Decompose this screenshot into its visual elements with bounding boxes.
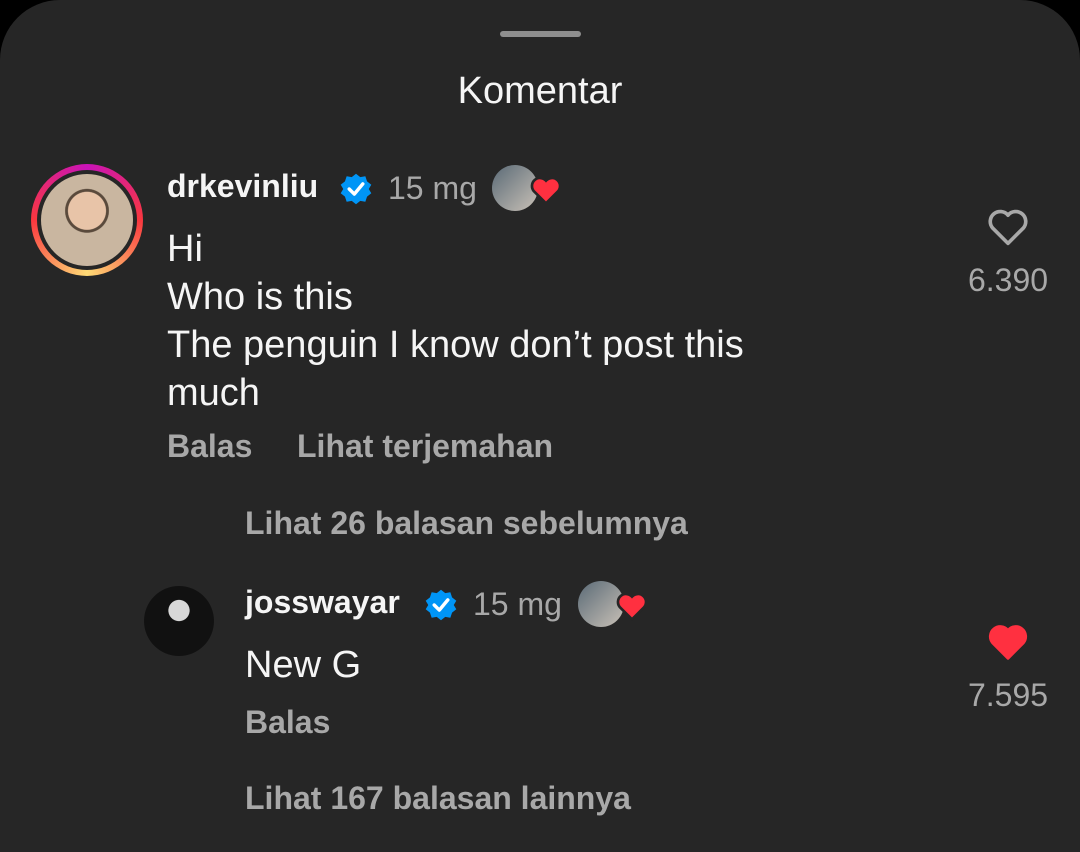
avatar[interactable] — [144, 586, 214, 656]
reply-text: New G — [245, 644, 362, 686]
comment-time: 15 mg — [388, 170, 477, 206]
view-more-replies[interactable]: Lihat 167 balasan lainnya — [245, 780, 631, 817]
sheet-title: Komentar — [457, 70, 623, 112]
like-count: 7.595 — [967, 677, 1049, 713]
translate-button[interactable]: Lihat terjemahan — [297, 428, 553, 465]
comments-sheet: Komentar drkevinliu 15 mg Hi Who is this… — [0, 0, 1080, 852]
avatar — [41, 174, 133, 266]
reply-button[interactable]: Balas — [245, 704, 330, 741]
like-count: 6.390 — [967, 262, 1049, 298]
reply-button[interactable]: Balas — [167, 428, 252, 465]
drag-handle[interactable] — [500, 31, 581, 37]
verified-badge-icon — [340, 173, 372, 205]
comment-username[interactable]: drkevinliu — [167, 168, 318, 205]
verified-badge-icon — [425, 589, 457, 621]
creator-liked-icon — [616, 592, 648, 622]
story-ring-avatar[interactable] — [31, 164, 143, 276]
creator-liked-icon — [530, 176, 562, 206]
reply-time: 15 mg — [473, 586, 562, 622]
comment-text: Hi Who is this The penguin I know don’t … — [167, 228, 744, 414]
heart-outline-icon[interactable] — [986, 207, 1030, 247]
reply-username[interactable]: josswayar — [245, 584, 400, 621]
view-previous-replies[interactable]: Lihat 26 balasan sebelumnya — [245, 505, 688, 542]
heart-filled-icon[interactable] — [986, 622, 1030, 662]
